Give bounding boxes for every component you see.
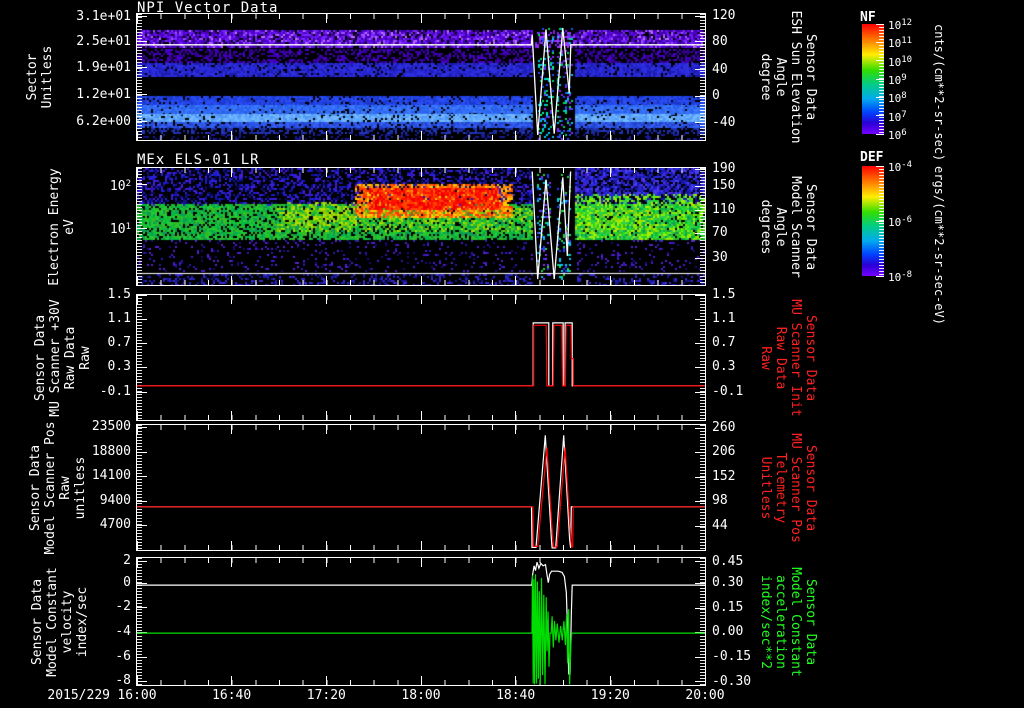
panel-1-right-tick-label: 120 xyxy=(712,8,735,23)
def-colorbar-units: ergs/(cm**2-sr-sec-eV) xyxy=(931,166,946,325)
panel-3-right-axis-label: Sensor Data MU Scanner Init Raw Data Raw xyxy=(758,299,818,416)
panel-1-left-tick-label: 3.1e+01 xyxy=(65,9,131,24)
panel-2-right-tick-label: 70 xyxy=(712,225,728,240)
panel-5-right-tick-label: 0.15 xyxy=(712,600,743,615)
def-colorbar-tick-label: 10-8 xyxy=(888,268,912,285)
panel-3 xyxy=(136,294,706,421)
nf-colorbar-tick-label: 1010 xyxy=(888,53,912,70)
panel-5-right-tick-label: 0.45 xyxy=(712,554,743,569)
nf-colorbar-tick-label: 109 xyxy=(888,71,907,88)
xaxis-time-label: 20:00 xyxy=(683,688,727,703)
panel-2-left-axis-label: Electron Energy eV xyxy=(47,168,77,285)
panel-1-left-tick-label: 1.9e+01 xyxy=(65,60,131,75)
xaxis-time-label: 17:20 xyxy=(304,688,348,703)
panel-1-right-axis-label: Sensor Data ESH Sun Elevation Angle degr… xyxy=(758,10,818,143)
panel-4-right-tick-label: 206 xyxy=(712,444,735,459)
nf-colorbar-tick-label: 106 xyxy=(888,126,907,143)
nf-colorbar-title: NF xyxy=(860,10,876,25)
model-scanner-pos-raw-trace xyxy=(137,447,705,547)
nf-colorbar-tick xyxy=(876,115,884,116)
panel-1-right-tick-label: -40 xyxy=(712,115,735,130)
panel-4-left-axis-label: Sensor Data Model Scanner Pos Raw unitle… xyxy=(28,421,88,554)
panel-3-right-tick-label: -0.1 xyxy=(712,384,743,399)
def-colorbar-tick-label: 10-4 xyxy=(888,158,912,175)
model-scanner-pos-white-trace xyxy=(137,435,705,548)
panel-1 xyxy=(136,13,706,141)
mu-scanner-30v-raw-trace xyxy=(137,325,705,386)
def-colorbar-title: DEF xyxy=(860,150,883,165)
nf-colorbar-tick-label: 1011 xyxy=(888,34,912,51)
panel-5-right-tick-label: 0.30 xyxy=(712,575,743,590)
panel-3-right-tick-label: 0.7 xyxy=(712,335,735,350)
panel-2 xyxy=(136,167,706,286)
xaxis-time-label: 16:40 xyxy=(210,688,254,703)
panel-1-series-plot xyxy=(137,14,705,140)
nf-colorbar-tick xyxy=(876,60,884,61)
panel-1-right-tick-label: 40 xyxy=(712,62,728,77)
panel-5-right-tick-label: -0.15 xyxy=(712,649,751,664)
panel-5-right-tick-label: -0.30 xyxy=(712,674,751,689)
panel-5-right-axis-label: Sensor Data Model Constant acceleration … xyxy=(758,567,818,677)
xaxis-time-label: 18:00 xyxy=(399,688,443,703)
panel-4 xyxy=(136,424,706,551)
nf-colorbar-tick-label: 107 xyxy=(888,108,907,125)
figure-root: NPI Vector Data MEx ELS-01 LR 2015/229 3… xyxy=(0,0,1024,708)
panel-3-right-tick-label: 1.1 xyxy=(712,311,735,326)
nf-colorbar-tick xyxy=(876,24,884,25)
panel-5 xyxy=(136,557,706,686)
nf-colorbar-units: cnts/(cm**2-sr-sec) xyxy=(931,24,946,161)
panel-5-left-axis-label: Sensor Data Model Constant velocity inde… xyxy=(30,567,90,677)
panel-3-left-axis-label: Sensor Data MU Scanner +30V Raw Data Raw xyxy=(33,299,93,416)
date-label: 2015/229 xyxy=(26,688,110,703)
panel-2-right-tick-label: 150 xyxy=(712,178,735,193)
panel-4-series-plot xyxy=(137,425,705,550)
panel-2-right-tick-label: 30 xyxy=(712,250,728,265)
panel-3-right-tick-label: 1.5 xyxy=(712,287,735,302)
panel-4-right-tick-label: 152 xyxy=(712,469,735,484)
xaxis-time-label: 19:20 xyxy=(588,688,632,703)
xaxis-time-label: 18:40 xyxy=(494,688,538,703)
panel-4-right-tick-label: 44 xyxy=(712,518,728,533)
def-colorbar-tick xyxy=(876,276,884,277)
panel-4-right-tick-label: 260 xyxy=(712,420,735,435)
def-colorbar-tick-label: 10-6 xyxy=(888,213,912,230)
panel-1-left-tick-label: 2.5e+01 xyxy=(65,34,131,49)
nf-colorbar-tick xyxy=(876,42,884,43)
panel-5-left-tick-label: 2 xyxy=(65,553,131,568)
model-constant-velocity-trace xyxy=(137,562,705,674)
nf-colorbar-tick xyxy=(876,79,884,80)
panel-1-left-tick-label: 6.2e+00 xyxy=(65,114,131,129)
nf-colorbar-tick xyxy=(876,134,884,135)
nf-colorbar-tick-label: 108 xyxy=(888,89,907,106)
def-colorbar-tick xyxy=(876,166,884,167)
panel2-title: MEx ELS-01 LR xyxy=(137,153,260,168)
xaxis-time-label: 16:00 xyxy=(115,688,159,703)
panel-2-right-tick-label: 110 xyxy=(712,202,735,217)
esh-sun-elevation-trace xyxy=(137,28,705,135)
scanner-angle-overlay-trace xyxy=(532,172,570,280)
panel-5-series-plot xyxy=(137,558,705,685)
nf-colorbar-bar xyxy=(862,24,884,134)
panel-1-right-tick-label: 80 xyxy=(712,34,728,49)
panel-3-right-tick-label: 0.3 xyxy=(712,359,735,374)
nf-colorbar-tick-label: 1012 xyxy=(888,16,912,33)
def-colorbar-tick xyxy=(876,221,884,222)
panel-3-series-plot xyxy=(137,295,705,420)
panel-1-right-tick-label: 0 xyxy=(712,88,720,103)
panel-4-right-tick-label: 98 xyxy=(712,493,728,508)
panel-2-series-plot xyxy=(137,168,705,285)
def-colorbar-bar xyxy=(862,166,884,276)
panel-5-right-tick-label: 0.00 xyxy=(712,624,743,639)
nf-colorbar-tick xyxy=(876,97,884,98)
panel-1-left-axis-label: Sector Unitless xyxy=(25,46,55,109)
model-constant-acceleration-trace xyxy=(137,574,705,684)
mu-scanner-30v-white-trace xyxy=(137,323,705,386)
panel-2-right-tick-label: 190 xyxy=(712,161,735,176)
panel-4-right-axis-label: Sensor Data MU Scanner Pos Telemetry Uni… xyxy=(758,433,818,543)
panel-2-right-axis-label: Sensor Data Model Scanner Angle degrees xyxy=(758,176,818,278)
panel-1-left-tick-label: 1.2e+01 xyxy=(65,87,131,102)
